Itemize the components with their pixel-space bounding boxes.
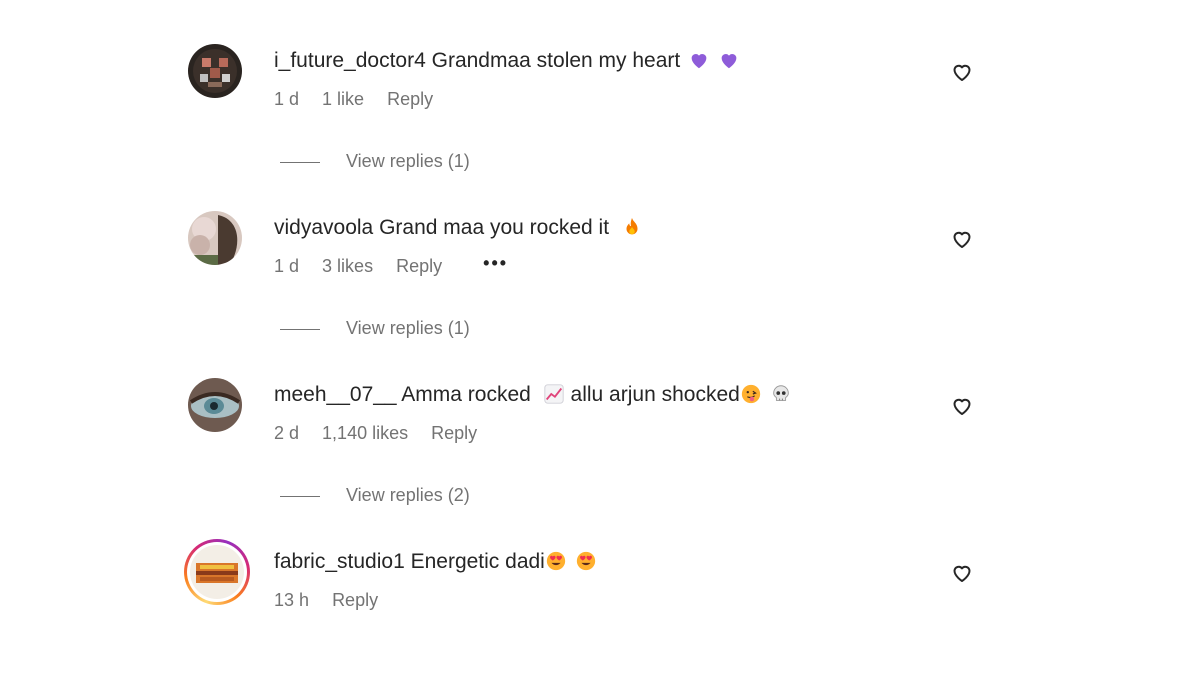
comment-text-continued: allu arjun shocked [570,383,740,406]
avatar[interactable] [188,44,242,98]
username[interactable]: vidyavoola [274,216,373,239]
more-options-icon[interactable]: ••• [483,252,508,274]
heart-icon[interactable] [950,227,974,251]
view-replies-button[interactable]: View replies (2) [280,484,470,506]
timestamp[interactable]: 1 d [274,89,299,109]
reply-button[interactable]: Reply [332,590,378,610]
view-replies-label: View replies (1) [346,318,470,338]
comment-meta: 2 d 1,140 likes Reply [274,422,495,444]
timestamp[interactable]: 13 h [274,590,309,610]
username[interactable]: meeh__07__ [274,383,397,406]
timestamp[interactable]: 2 d [274,423,299,443]
heart-eyes-icon [576,551,595,571]
like-count[interactable]: 3 likes [322,256,373,276]
divider [280,495,320,497]
username[interactable]: i_future_doctor4 [274,49,426,72]
skull-icon [772,385,789,401]
purple-heart-icon [721,54,737,69]
avatar[interactable] [184,539,250,605]
purple-heart-icon [691,54,707,69]
heart-eyes-icon [546,551,566,571]
comment-meta: 13 h Reply [274,589,396,611]
view-replies-button[interactable]: View replies (1) [280,317,470,339]
heart-icon[interactable] [950,561,974,585]
avatar-image [190,545,244,599]
view-replies-button[interactable]: View replies (1) [280,150,470,172]
divider [280,328,320,330]
view-replies-label: View replies (2) [346,485,470,505]
like-count[interactable]: 1,140 likes [322,423,408,443]
avatar[interactable] [188,211,242,265]
fire-icon [626,217,638,235]
comment-text: Grand maa you rocked it [379,216,610,239]
comment-text: Energetic dadi [410,550,545,573]
timestamp[interactable]: 1 d [274,256,299,276]
comment-text: Amma rocked [401,383,531,406]
avatar[interactable] [188,378,242,432]
comment-meta: 1 d 1 like Reply [274,88,451,110]
like-count[interactable]: 1 like [322,89,364,109]
chart-increasing-icon [544,384,564,404]
reply-button[interactable]: Reply [431,423,477,443]
comment-meta: 1 d 3 likes Reply ••• [274,252,526,277]
comment-text: Grandmaa stolen my heart [431,49,681,72]
view-replies-label: View replies (1) [346,151,470,171]
divider [280,161,320,163]
heart-icon[interactable] [950,60,974,84]
tongue-face-icon [741,384,760,404]
reply-button[interactable]: Reply [387,89,433,109]
heart-icon[interactable] [950,394,974,418]
username[interactable]: fabric_studio1 [274,550,405,573]
reply-button[interactable]: Reply [396,256,442,276]
